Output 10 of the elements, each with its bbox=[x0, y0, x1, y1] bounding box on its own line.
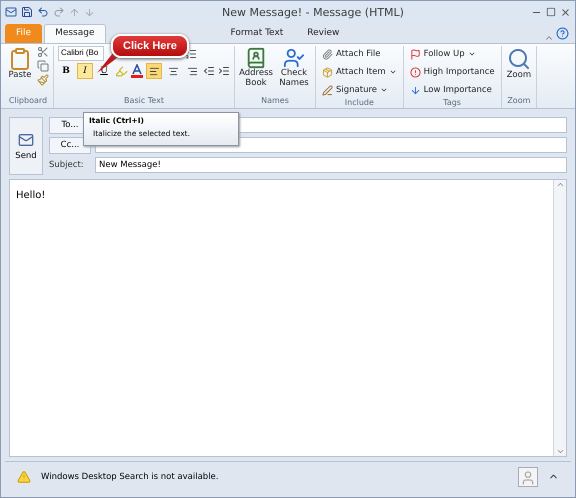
callout: Click Here bbox=[111, 34, 189, 58]
group-label: Basic Text bbox=[123, 96, 165, 107]
group-label: Tags bbox=[442, 98, 462, 108]
subject-label: Subject: bbox=[49, 160, 85, 170]
group-label: Include bbox=[344, 98, 375, 108]
group-label: Names bbox=[260, 96, 290, 107]
window-title: New Message! - Message (HTML) bbox=[221, 6, 405, 18]
status-message: Windows Desktop Search is not available. bbox=[41, 472, 220, 482]
group-label: Zoom bbox=[506, 96, 532, 107]
group-label: Clipboard bbox=[8, 96, 48, 107]
